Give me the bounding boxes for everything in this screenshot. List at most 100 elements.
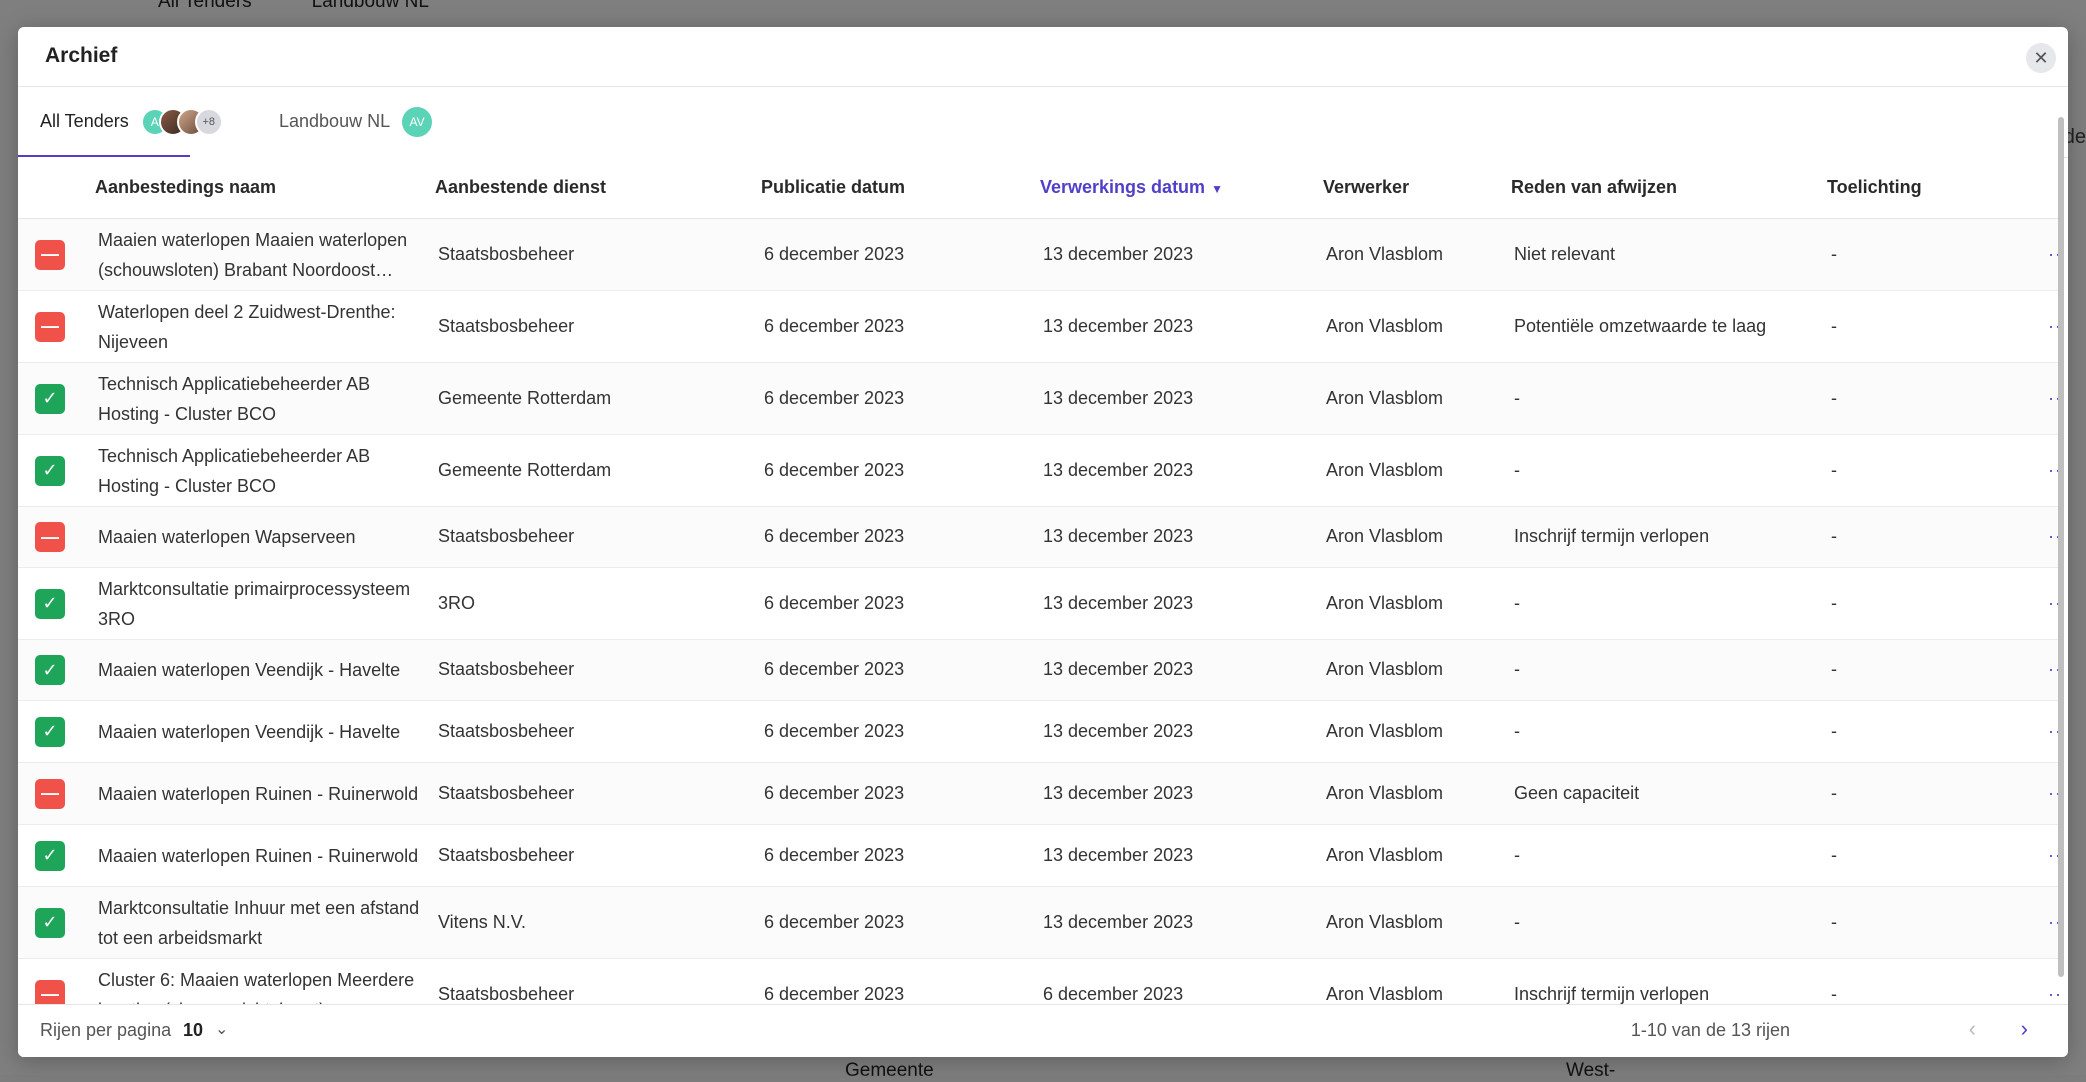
avatar-group: A +8 — [140, 107, 223, 136]
close-button[interactable]: ✕ — [2026, 43, 2056, 73]
table-row[interactable]: ✓ Technisch Applicatiebeheerder AB Hostin… — [18, 363, 2059, 435]
cell-dienst: Gemeente Rotterdam — [438, 387, 612, 408]
scrollbar-thumb[interactable] — [2058, 117, 2064, 977]
column-header-reden[interactable]: Reden van afwijzen — [1511, 177, 1677, 198]
scrollbar[interactable] — [2058, 87, 2066, 997]
cell-reden: - — [1514, 387, 1520, 408]
tender-name[interactable]: Waterlopen deel 2 Zuidwest-Drenthe: Nije… — [98, 297, 428, 357]
cell-verwerking: 13 december 2023 — [1043, 659, 1194, 679]
cell-verwerking: 13 december 2023 — [1043, 459, 1194, 480]
table-row[interactable]: ✓ Maaien waterlopen Veendijk - Havelte Sta… — [18, 701, 2059, 763]
tender-name[interactable]: Maaien waterlopen Ruinen - Ruinerwold — [98, 841, 428, 871]
tender-name[interactable]: Marktconsultatie primairprocessysteem 3R… — [98, 574, 428, 634]
tender-name[interactable]: Marktconsultatie Inhuur met een afstand … — [98, 893, 428, 953]
table-row[interactable]: — Maaien waterlopen Maaien waterlopen (sc… — [18, 219, 2059, 291]
table-row[interactable]: ✓ Marktconsultatie primairprocessysteem 3… — [18, 568, 2059, 640]
pagination-footer: Rijen per pagina 10 ⌄ 1-10 van de 13 rij… — [18, 1004, 2068, 1057]
cell-publicatie: 6 december 2023 — [764, 983, 905, 1004]
column-header-publicatie[interactable]: Publicatie datum — [761, 177, 905, 198]
tab-landbouw-nl[interactable]: Landbouw NL AV — [279, 87, 433, 156]
avatar-more-count: +8 — [194, 107, 223, 136]
cell-publicatie: 6 december 2023 — [764, 387, 905, 408]
tab-bar: All Tenders A +8 Landbouw NL AV — [18, 87, 2068, 158]
cell-verwerker: Aron Vlasblom — [1326, 659, 1444, 679]
cell-verwerker: Aron Vlasblom — [1326, 526, 1444, 546]
cell-publicatie: 6 december 2023 — [764, 911, 905, 932]
tender-name[interactable]: Technisch Applicatiebeheerder AB Hosting… — [98, 441, 428, 501]
rows-per-page-select[interactable]: 10 — [183, 1020, 203, 1041]
accepted-status-icon: ✓ — [35, 840, 65, 871]
table-row[interactable]: — Maaien waterlopen Wapserveen Staatsbosbe… — [18, 507, 2059, 568]
cell-dienst: Vitens N.V. — [438, 911, 527, 932]
table-row[interactable]: ✓ Marktconsultatie Inhuur met een afstand… — [18, 887, 2059, 959]
column-header-verwerking[interactable]: Verwerkings datum ▼ — [1040, 177, 1223, 198]
cell-dienst: 3RO — [438, 592, 476, 613]
tender-name[interactable]: Maaien waterlopen Maaien waterlopen (sch… — [98, 225, 428, 285]
tender-name[interactable]: Maaien waterlopen Veendijk - Havelte — [98, 717, 428, 747]
tab-label: All Tenders — [40, 111, 129, 131]
avatar: AV — [402, 106, 433, 137]
table-header: Aanbestedings naam Aanbestende dienst Pu… — [18, 157, 2059, 219]
cell-toelichting: - — [1831, 526, 1837, 546]
table-row[interactable]: ✓ Maaien waterlopen Veendijk - Havelte Sta… — [18, 640, 2059, 701]
cell-dienst: Staatsbosbeheer — [438, 844, 575, 865]
tab-all-tenders[interactable]: All Tenders A +8 — [40, 87, 223, 156]
cell-reden: - — [1514, 720, 1520, 741]
cell-dienst: Staatsbosbeheer — [438, 243, 575, 264]
column-header-name[interactable]: Aanbestedings naam — [95, 177, 276, 198]
cell-toelichting: - — [1831, 659, 1837, 679]
cell-dienst: Staatsbosbeheer — [438, 526, 575, 546]
tender-name[interactable]: Maaien waterlopen Veendijk - Havelte — [98, 655, 428, 685]
cell-reden: - — [1514, 459, 1520, 480]
cell-toelichting: - — [1831, 720, 1837, 741]
cell-verwerking: 6 december 2023 — [1043, 983, 1184, 1004]
tender-name[interactable]: Maaien waterlopen Ruinen - Ruinerwold — [98, 779, 428, 809]
accepted-status-icon: ✓ — [35, 655, 65, 685]
cell-toelichting: - — [1831, 911, 1837, 932]
cell-reden: - — [1514, 592, 1520, 613]
chevron-left-icon[interactable]: ‹ — [1969, 1016, 1976, 1042]
cell-toelichting: - — [1831, 983, 1837, 1004]
table-row[interactable]: — Waterlopen deel 2 Zuidwest-Drenthe: Nij… — [18, 291, 2059, 363]
cell-verwerker: Aron Vlasblom — [1326, 844, 1444, 865]
cell-reden: - — [1514, 911, 1520, 932]
table-row[interactable]: ✓ Maaien waterlopen Ruinen - Ruinerwold St… — [18, 825, 2059, 887]
cell-toelichting: - — [1831, 243, 1837, 264]
cell-reden: - — [1514, 844, 1520, 865]
chevron-right-icon[interactable]: › — [2021, 1016, 2028, 1042]
chevron-down-icon[interactable]: ⌄ — [215, 1019, 228, 1039]
archive-table: Aanbestedings naam Aanbestende dienst Pu… — [18, 157, 2059, 1005]
table-row[interactable]: — Maaien waterlopen Ruinen - Ruinerwold St… — [18, 763, 2059, 825]
table-row[interactable]: ✓ Technisch Applicatiebeheerder AB Hostin… — [18, 435, 2059, 507]
accepted-status-icon: ✓ — [35, 455, 65, 486]
cell-dienst: Staatsbosbeheer — [438, 720, 575, 741]
cell-verwerker: Aron Vlasblom — [1326, 720, 1444, 741]
cell-dienst: Gemeente Rotterdam — [438, 459, 612, 480]
accepted-status-icon: ✓ — [35, 588, 65, 619]
cell-verwerking: 13 december 2023 — [1043, 526, 1194, 546]
cell-verwerking: 13 december 2023 — [1043, 911, 1194, 932]
cell-verwerker: Aron Vlasblom — [1326, 782, 1444, 803]
tender-name[interactable]: Maaien waterlopen Wapserveen — [98, 522, 428, 552]
column-header-dienst[interactable]: Aanbestende dienst — [435, 177, 606, 198]
cell-publicatie: 6 december 2023 — [764, 659, 905, 679]
cell-verwerker: Aron Vlasblom — [1326, 459, 1444, 480]
tab-label: Landbouw NL — [279, 111, 391, 131]
cell-publicatie: 6 december 2023 — [764, 315, 905, 336]
cell-reden: Geen capaciteit — [1514, 782, 1640, 803]
cell-reden: Inschrijf termijn verlopen — [1514, 526, 1710, 546]
table-row[interactable]: — Cluster 6: Maaien waterlopen Meerdere l… — [18, 959, 2059, 1005]
close-icon: ✕ — [2033, 47, 2049, 68]
cell-dienst: Staatsbosbeheer — [438, 983, 575, 1004]
column-header-verwerker[interactable]: Verwerker — [1323, 177, 1409, 198]
column-header-toelichting[interactable]: Toelichting — [1827, 177, 1922, 198]
tender-name[interactable]: Technisch Applicatiebeheerder AB Hosting… — [98, 369, 428, 429]
tender-name[interactable]: Cluster 6: Maaien waterlopen Meerdere lo… — [98, 965, 428, 1006]
cell-publicatie: 6 december 2023 — [764, 720, 905, 741]
pagination-range: 1-10 van de 13 rijen — [1630, 1020, 1790, 1040]
cell-toelichting: - — [1831, 782, 1837, 803]
cell-verwerking: 13 december 2023 — [1043, 387, 1194, 408]
cell-verwerker: Aron Vlasblom — [1326, 911, 1444, 932]
cell-toelichting: - — [1831, 387, 1837, 408]
archive-modal: Archief ✕ All Tenders A +8 Landbouw NL A… — [18, 27, 2068, 1057]
